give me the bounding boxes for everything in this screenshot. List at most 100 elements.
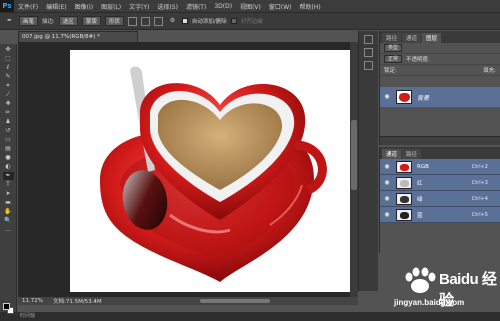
layers-panel: 路径 通道 图层 类型 正常 不透明度: 锁定: 填充: ◉ 背景: [379, 31, 500, 145]
auto-add-delete-checkbox[interactable]: [181, 18, 188, 24]
menu-select[interactable]: 选择(S): [153, 2, 182, 11]
menu-3d[interactable]: 3D(D): [210, 3, 236, 10]
channel-thumbnail: [396, 176, 412, 189]
tab-paths[interactable]: 路径: [382, 33, 402, 43]
marquee-tool-icon[interactable]: ⬚: [3, 55, 14, 63]
more-tools-icon[interactable]: …: [3, 226, 14, 234]
opacity-label: 不透明度:: [406, 57, 430, 63]
document-canvas[interactable]: [70, 50, 350, 292]
menu-bar: Ps 文件(F) 编辑(E) 图像(I) 图层(L) 文字(Y) 选择(S) 滤…: [0, 0, 500, 12]
channel-name: 红: [417, 180, 423, 187]
eye-icon[interactable]: ◉: [383, 93, 391, 101]
hand-tool-icon[interactable]: ✋: [3, 208, 14, 216]
eraser-tool-icon[interactable]: ▭: [3, 136, 14, 144]
channel-row-blue[interactable]: ◉ 蓝 Ctrl+5: [380, 207, 500, 223]
photoshop-logo: Ps: [0, 0, 14, 12]
move-tool-icon[interactable]: ✥: [3, 46, 14, 54]
eye-icon[interactable]: ◉: [383, 211, 391, 219]
channel-row-green[interactable]: ◉ 绿 Ctrl+4: [380, 191, 500, 207]
layer-filter-row: 类型: [380, 43, 500, 54]
crop-tool-icon[interactable]: ⌗: [3, 82, 14, 90]
channel-shortcut: Ctrl+2: [471, 163, 488, 170]
path-select-tool-icon[interactable]: ➤: [3, 190, 14, 198]
path-alignment-icon[interactable]: [140, 16, 150, 26]
pen-tool-icon[interactable]: ✒: [2, 172, 14, 180]
layers-panel-footer: [380, 136, 500, 145]
menu-help[interactable]: 帮助(H): [296, 2, 325, 11]
path-operations-icon[interactable]: [127, 16, 137, 26]
horizontal-scrollbar-thumb[interactable]: [200, 299, 270, 303]
tab-channels[interactable]: 通道: [382, 149, 402, 159]
layer-row-background[interactable]: ◉ 背景: [380, 87, 500, 107]
baidu-watermark: Baidu 经验 jingyan.baidu.com: [392, 266, 498, 314]
canvas-area: [18, 42, 358, 297]
character-panel-icon[interactable]: [364, 61, 373, 70]
channel-row-rgb[interactable]: ◉ RGB Ctrl+2: [380, 159, 500, 175]
channel-name: RGB: [417, 163, 429, 170]
channel-thumbnail: [396, 160, 412, 173]
type-tool-icon[interactable]: T: [3, 181, 14, 189]
eye-icon[interactable]: ◉: [383, 163, 391, 171]
channel-shortcut: Ctrl+4: [471, 195, 488, 202]
channel-thumbnail: [396, 192, 412, 205]
channel-name: 蓝: [417, 212, 423, 219]
layer-thumbnail: [396, 90, 412, 104]
menu-filter[interactable]: 滤镜(T): [182, 2, 210, 11]
layers-panel-tabs: 路径 通道 图层: [380, 31, 500, 43]
blend-row: 正常 不透明度:: [380, 54, 500, 65]
heart-cup-image: [100, 66, 327, 282]
mask-button[interactable]: 蒙版: [81, 16, 101, 26]
eye-icon[interactable]: ◉: [383, 195, 391, 203]
tab-channels[interactable]: 通道: [402, 33, 422, 43]
channel-shortcut: Ctrl+5: [471, 211, 488, 218]
blend-mode-select[interactable]: 正常: [384, 55, 403, 63]
zoom-tool-icon[interactable]: 🔍: [3, 217, 14, 225]
properties-panel-icon[interactable]: [364, 48, 373, 57]
tool-mode-select[interactable]: 画笔: [19, 16, 39, 26]
selection-button[interactable]: 选区: [58, 16, 78, 26]
menu-file[interactable]: 文件(F): [14, 2, 42, 11]
blur-tool-icon[interactable]: ●: [3, 154, 14, 162]
tab-paths[interactable]: 路径: [402, 149, 422, 159]
menu-type[interactable]: 文字(Y): [125, 2, 153, 11]
menu-layer[interactable]: 图层(L): [97, 2, 125, 11]
shape-tool-icon[interactable]: ▬: [3, 199, 14, 207]
watermark-url: jingyan.baidu.com: [394, 298, 465, 307]
history-panel-icon[interactable]: [364, 35, 373, 44]
lock-row: 锁定: 填充:: [380, 65, 500, 76]
zoom-level[interactable]: 11.72%: [22, 298, 43, 304]
channels-panel-tabs: 通道 路径: [380, 147, 500, 159]
channel-name: 绿: [417, 196, 423, 203]
lock-label: 锁定:: [384, 68, 397, 74]
align-edges-checkbox[interactable]: [230, 18, 237, 24]
path-arrange-icon[interactable]: [153, 16, 163, 26]
gradient-tool-icon[interactable]: ▤: [3, 145, 14, 153]
align-edges-label: 对齐边缘: [240, 19, 263, 25]
document-size[interactable]: 文档:71.5M/53.4M: [53, 297, 102, 305]
brush-tool-icon[interactable]: ✏: [3, 109, 14, 117]
eye-icon[interactable]: ◉: [383, 179, 391, 187]
history-brush-tool-icon[interactable]: ↺: [3, 127, 14, 135]
tab-layers[interactable]: 图层: [422, 33, 442, 43]
menu-window[interactable]: 窗口(W): [265, 2, 296, 11]
eyedropper-tool-icon[interactable]: ⁄: [3, 91, 14, 99]
foreground-color-swatch[interactable]: [3, 303, 10, 310]
menu-image[interactable]: 图像(I): [71, 2, 97, 11]
lasso-tool-icon[interactable]: ℓ: [3, 64, 14, 72]
stamp-tool-icon[interactable]: ♟: [3, 118, 14, 126]
dodge-tool-icon[interactable]: ◐: [3, 163, 14, 171]
channel-row-red[interactable]: ◉ 红 Ctrl+3: [380, 175, 500, 191]
stroke-label: 描边:: [42, 19, 55, 25]
menu-edit[interactable]: 编辑(E): [42, 2, 70, 11]
quick-select-tool-icon[interactable]: ✎: [3, 73, 14, 81]
shape-button[interactable]: 形状: [104, 16, 124, 26]
menu-view[interactable]: 视图(V): [236, 2, 265, 11]
gear-icon[interactable]: ⚙: [167, 17, 178, 25]
kind-filter-select[interactable]: 类型: [384, 44, 403, 52]
healing-tool-icon[interactable]: ✚: [3, 100, 14, 108]
vertical-scrollbar-thumb[interactable]: [351, 120, 357, 190]
baidu-paw-icon: [405, 267, 436, 293]
collapsed-panels-column: [358, 31, 378, 291]
document-tab[interactable]: 007.jpg @ 11.7%(RGB/8#) *: [18, 31, 138, 42]
pen-tool-icon[interactable]: ✒: [4, 17, 15, 25]
